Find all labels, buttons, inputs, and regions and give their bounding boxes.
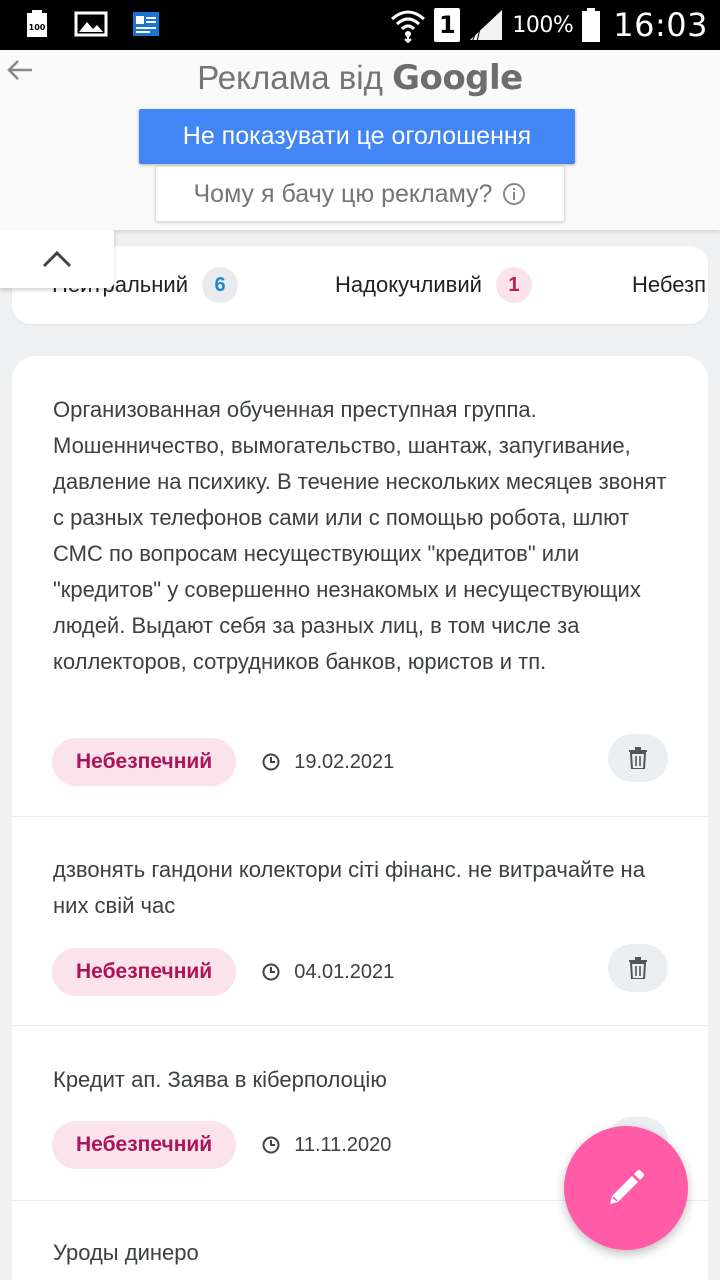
tab-neutral-count: 6 — [202, 267, 238, 303]
pencil-icon — [610, 1170, 644, 1204]
comment-meta: Небезпечний 19.02.2021 — [52, 734, 668, 786]
tab-annoying-count: 1 — [495, 267, 532, 303]
status-bar: 100 1 100% 16:03 — [0, 0, 720, 50]
rating-filter-tabs: Нейтральний 6 Надокучливий 1 Небезп — [12, 246, 708, 324]
clock-icon — [262, 753, 280, 771]
battery-icon — [582, 8, 601, 42]
delete-button[interactable] — [608, 944, 668, 992]
why-this-ad-button[interactable]: Чому я бачу цю рекламу? — [155, 166, 565, 222]
comment-text: Кредит ап. Заява в кіберполоцію — [53, 1067, 387, 1092]
battery-saver-100-icon: 100 — [27, 10, 47, 37]
google-logo: Google — [392, 58, 523, 98]
comment-text: дзвонять гандони колектори сіті фінанс. … — [53, 857, 645, 918]
ad-title: Реклама від Google — [0, 58, 720, 98]
comment-date-text: 11.11.2020 — [294, 1133, 392, 1156]
clock-icon — [262, 1136, 280, 1154]
delete-button[interactable] — [608, 734, 668, 782]
list-item: дзвонять гандони колектори сіті фінанс. … — [12, 817, 708, 1026]
comment-meta: Небезпечний 04.01.2021 — [52, 944, 668, 996]
status-badge: Небезпечний — [52, 738, 237, 786]
clock-time: 16:03 — [613, 6, 708, 44]
why-this-ad-label: Чому я бачу цю рекламу? — [193, 179, 493, 208]
battery-percent: 100% — [512, 12, 574, 38]
tab-annoying[interactable]: Надокучливий 1 — [335, 246, 532, 324]
list-item: Организованная обученная преступная груп… — [12, 356, 708, 817]
svg-text:100: 100 — [29, 23, 46, 32]
cell-signal-icon — [470, 10, 503, 42]
add-comment-button[interactable] — [564, 1126, 688, 1250]
info-icon — [503, 183, 526, 205]
wifi-icon — [391, 10, 426, 43]
ad-banner: Реклама від Google Не показувати це огол… — [0, 50, 720, 230]
chevron-up-icon — [42, 250, 72, 268]
tab-dangerous-label: Небезп — [632, 272, 706, 297]
status-badge: Небезпечний — [52, 948, 237, 996]
comment-date: 19.02.2021 — [262, 751, 394, 774]
status-badge: Небезпечний — [52, 1121, 237, 1169]
clock-icon — [262, 963, 280, 981]
tab-dangerous[interactable]: Небезп — [632, 246, 706, 324]
comment-text: Организованная обученная преступная груп… — [53, 397, 667, 674]
sim-slot-number: 1 — [439, 11, 456, 39]
collapse-ad-button[interactable] — [0, 230, 114, 288]
trash-icon — [629, 957, 647, 979]
comment-date: 04.01.2021 — [262, 961, 394, 984]
contact-card-icon — [133, 12, 159, 36]
hide-ad-button[interactable]: Не показувати це оголошення — [139, 109, 575, 164]
tab-annoying-label: Надокучливий — [335, 272, 482, 297]
gallery-icon — [74, 11, 108, 37]
sim-slot-badge: 1 — [434, 8, 461, 42]
comment-text: Уроды динеро — [53, 1240, 199, 1265]
comment-date: 11.11.2020 — [262, 1134, 391, 1157]
comment-date-text: 04.01.2021 — [294, 960, 395, 983]
trash-icon — [629, 747, 647, 769]
comment-date-text: 19.02.2021 — [294, 750, 395, 773]
ad-title-prefix: Реклама від — [197, 59, 393, 96]
